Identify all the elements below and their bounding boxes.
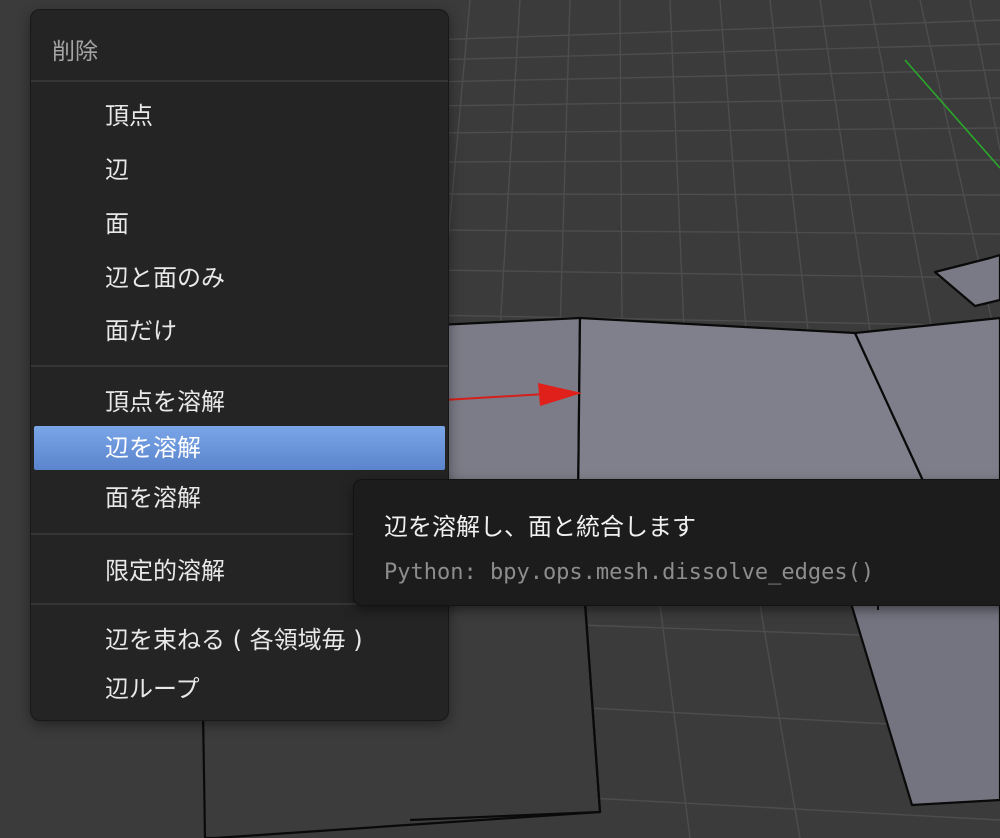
- menu-item-dissolve-vertices[interactable]: 頂点を溶解: [31, 380, 445, 424]
- delete-menu: 削除 頂点 辺 面 辺と面のみ 面だけ 頂点を溶解 辺を溶解 面を溶解 限定的溶…: [31, 10, 448, 720]
- menu-item-edges-and-faces-only[interactable]: 辺と面のみ: [31, 256, 445, 300]
- tooltip: 辺を溶解し、面と統合します Python: bpy.ops.mesh.disso…: [354, 480, 1000, 605]
- tooltip-description: 辺を溶解し、面と統合します: [384, 513, 696, 541]
- menu-separator: [31, 365, 448, 367]
- menu-title: 削除: [52, 39, 98, 65]
- menu-item-vertices[interactable]: 頂点: [31, 94, 445, 138]
- menu-item-edges[interactable]: 辺: [31, 148, 445, 192]
- menu-item-edge-collapse[interactable]: 辺を束ねる ( 各領域毎 ): [31, 618, 445, 662]
- menu-item-dissolve-edges[interactable]: 辺を溶解: [34, 426, 445, 470]
- tooltip-python-command: Python: bpy.ops.mesh.dissolve_edges(): [384, 560, 875, 585]
- menu-separator: [31, 80, 448, 82]
- menu-item-faces[interactable]: 面: [31, 202, 445, 246]
- menu-item-only-faces[interactable]: 面だけ: [31, 309, 445, 353]
- menu-item-edge-loops[interactable]: 辺ループ: [31, 667, 445, 711]
